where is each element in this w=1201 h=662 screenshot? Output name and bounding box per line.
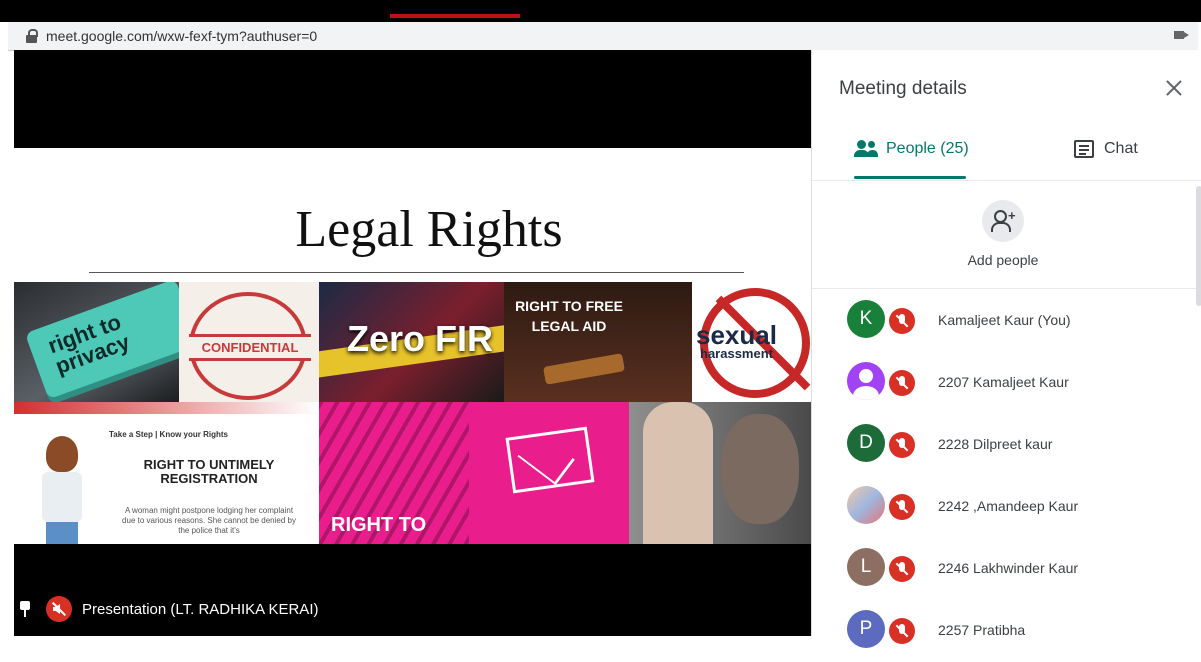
participant-row[interactable]: L 2246 Lakhwinder Kaur (812, 538, 1194, 600)
participant-row[interactable]: 2207 Kamaljeet Kaur (812, 352, 1194, 414)
slide-title: Legal Rights (295, 201, 563, 258)
tab-people-label: People (25) (886, 140, 969, 157)
camera-icon[interactable] (1174, 31, 1189, 39)
shared-slide: Legal Rights right to privacy CONFIDENTI… (14, 148, 811, 544)
confidential-stamp-image: CONFIDENTIAL (179, 282, 319, 402)
zero-fir-image: Zero FIR (319, 282, 504, 402)
presenter-bar: Presentation (LT. RADHIKA KERAI) (20, 596, 318, 622)
mic-off-icon (889, 308, 915, 334)
mic-off-icon (889, 432, 915, 458)
avatar (847, 486, 885, 524)
participant-row[interactable]: P 2257 Pratibha (812, 600, 1194, 662)
url-text[interactable]: meet.google.com/wxw-fexf-tym?authuser=0 (46, 28, 317, 44)
chat-icon (1074, 140, 1094, 158)
privacy-image: right to privacy (14, 282, 179, 402)
presenter-label: Presentation (LT. RADHIKA KERAI) (82, 600, 319, 618)
avatar: D (847, 424, 885, 462)
scrollbar[interactable] (1196, 186, 1201, 306)
close-icon[interactable] (1164, 78, 1184, 98)
envelope-icon (505, 426, 595, 494)
legal-aid-text: RIGHT TO FREE LEGAL AID (515, 298, 623, 334)
list-divider (812, 288, 1201, 289)
cartoon-girl-illustration (32, 436, 92, 544)
active-tab-indicator (854, 176, 966, 179)
mic-off-icon (889, 618, 915, 644)
participant-name: 2228 Dilpreet kaur (938, 436, 1053, 452)
participant-name: 2242 ,Amandeep Kaur (938, 498, 1079, 514)
pin-icon[interactable] (20, 601, 30, 617)
add-people-label[interactable]: Add people (812, 252, 1194, 268)
tab-chat[interactable]: Chat (1074, 140, 1138, 158)
participant-row[interactable]: D 2228 Dilpreet kaur (812, 414, 1194, 476)
avatar: K (847, 300, 885, 338)
untimely-registration-image: Take a Step | Know your Rights RIGHT TO … (14, 402, 319, 544)
people-icon (854, 140, 878, 158)
muted-speaker-icon (46, 596, 72, 622)
participant-name: 2207 Kamaljeet Kaur (938, 374, 1069, 390)
zero-fir-text: Zero FIR (347, 318, 494, 359)
poster-subtitle: Take a Step | Know your Rights (109, 430, 228, 439)
address-bar[interactable]: meet.google.com/wxw-fexf-tym?authuser=0 (8, 22, 1198, 51)
tab-people[interactable]: People (25) (854, 140, 969, 158)
panel-title: Meeting details (839, 78, 967, 99)
participant-row[interactable]: 2242 ,Amandeep Kaur (812, 476, 1194, 538)
harassment-text-2: harassment (700, 346, 773, 361)
screen: meet.google.com/wxw-fexf-tym?authuser=0 … (0, 0, 1201, 648)
avatar: P (847, 610, 885, 648)
sexual-harassment-image: sexual harassment (692, 282, 811, 402)
bezel-accent (390, 14, 520, 18)
stamp-text: CONFIDENTIAL (189, 334, 311, 361)
stop-hand-image (629, 402, 811, 544)
participant-name: 2246 Lakhwinder Kaur (938, 560, 1079, 576)
mic-off-icon (889, 494, 915, 520)
tab-chat-label: Chat (1104, 140, 1138, 157)
participant-name: Kamaljeet Kaur (You) (938, 312, 1071, 328)
poster-heading: RIGHT TO UNTIMELY REGISTRATION (143, 457, 275, 486)
mic-off-icon (889, 370, 915, 396)
avatar (847, 362, 885, 400)
participant-row[interactable]: K Kamaljeet Kaur (You) (812, 290, 1194, 352)
legal-aid-image: RIGHT TO FREE LEGAL AID (504, 282, 692, 402)
lock-icon (26, 29, 38, 43)
top-bezel (0, 0, 1201, 22)
poster-body: A woman might postpone lodging her compl… (122, 506, 296, 535)
slide-divider (89, 272, 744, 273)
virtual-complaint-image: RIGHT TO (319, 402, 629, 544)
avatar: L (847, 548, 885, 586)
add-people-button[interactable]: + (982, 200, 1024, 242)
tab-divider (812, 180, 1201, 181)
meeting-details-panel: Meeting details People (25) Chat + Add p… (811, 50, 1201, 648)
virtual-text: RIGHT TO (331, 514, 427, 536)
mic-off-icon (889, 556, 915, 582)
gavel-icon (543, 353, 625, 385)
privacy-key-text: right to privacy (44, 308, 133, 379)
